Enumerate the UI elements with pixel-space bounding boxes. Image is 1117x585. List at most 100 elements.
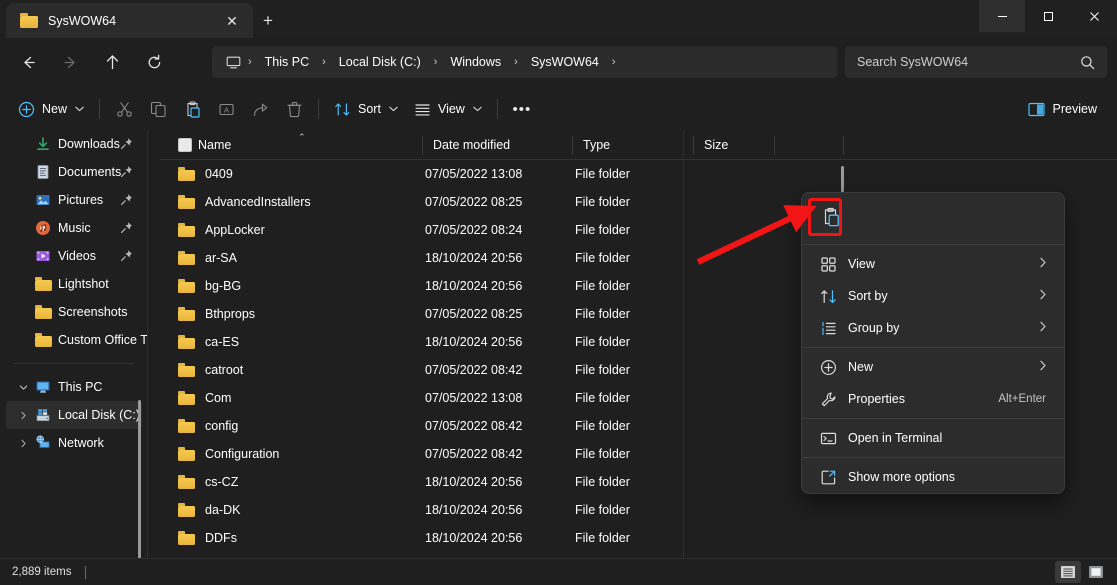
sidebar-item-music[interactable]: Music: [6, 214, 142, 242]
file-name: da-DK: [205, 503, 241, 517]
breadcrumb-this-pc[interactable]: This PC: [255, 51, 319, 73]
large-icons-view-button[interactable]: [1083, 561, 1109, 583]
cut-icon[interactable]: [107, 94, 141, 124]
breadcrumb-local-disk-c[interactable]: Local Disk (C:): [329, 51, 431, 73]
folder-icon: [178, 503, 195, 517]
share-icon[interactable]: [243, 94, 277, 124]
search-box[interactable]: [845, 46, 1107, 78]
file-name: DDFs: [205, 531, 237, 545]
pin-icon[interactable]: [120, 137, 134, 151]
address-bar[interactable]: › This PC › Local Disk (C:) › Windows › …: [212, 46, 837, 78]
chevron-down-icon[interactable]: [16, 383, 30, 392]
column-header-date-modified[interactable]: Date modified: [423, 130, 510, 160]
expand-icon: [818, 467, 838, 487]
group-icon: [818, 318, 838, 338]
sort-button[interactable]: Sort: [326, 94, 406, 124]
folder-icon: [178, 307, 195, 321]
table-row[interactable]: da-DK 18/10/2024 20:56 File folder: [160, 496, 1117, 524]
sidebar-item-custom-office-templates[interactable]: Custom Office T: [6, 326, 148, 354]
chevron-right-icon: [1039, 257, 1047, 271]
delete-icon[interactable]: [277, 94, 311, 124]
context-menu-item-sort-by[interactable]: Sort by: [806, 280, 1060, 312]
context-menu-item-new[interactable]: New: [806, 351, 1060, 383]
pane-splitter[interactable]: [147, 130, 148, 558]
breadcrumb-separator: ›: [514, 56, 518, 68]
sidebar-scrollbar-thumb[interactable]: [138, 400, 141, 558]
wrench-icon: [818, 389, 838, 409]
more-options-button[interactable]: •••: [505, 94, 539, 124]
paste-icon[interactable]: [175, 94, 209, 124]
forward-icon[interactable]: [54, 46, 86, 78]
sidebar-item-lightshot[interactable]: Lightshot: [6, 270, 142, 298]
file-type: File folder: [575, 279, 630, 293]
pin-icon[interactable]: [120, 193, 134, 207]
network-icon: [34, 434, 52, 452]
file-date: 18/10/2024 20:56: [425, 335, 523, 349]
sidebar-item-documents[interactable]: Documents: [6, 158, 142, 186]
sidebar-item-downloads[interactable]: Downloads: [6, 130, 142, 158]
table-row[interactable]: 0409 07/05/2022 13:08 File folder: [160, 160, 1117, 188]
file-type: File folder: [575, 195, 630, 209]
folder-icon: [178, 419, 195, 433]
details-view-button[interactable]: [1055, 561, 1081, 583]
pin-icon[interactable]: [120, 165, 134, 179]
column-header-size[interactable]: Size: [694, 130, 728, 160]
chevron-right-icon[interactable]: [16, 439, 30, 448]
column-header-name[interactable]: Name: [188, 130, 231, 160]
view-button[interactable]: View: [406, 94, 490, 124]
context-menu-item-open-in-terminal[interactable]: Open in Terminal: [806, 422, 1060, 454]
sidebar-item-pictures[interactable]: Pictures: [6, 186, 142, 214]
pin-icon[interactable]: [120, 221, 134, 235]
breadcrumb-syswow64[interactable]: SysWOW64: [521, 51, 609, 73]
video-icon: [34, 247, 52, 265]
breadcrumb-separator: ›: [433, 56, 438, 68]
close-window-button[interactable]: [1071, 0, 1117, 32]
column-resize-handle[interactable]: [774, 136, 775, 155]
folder-icon: [34, 275, 52, 293]
paste-button[interactable]: [812, 198, 850, 236]
sidebar-item-this-pc[interactable]: This PC: [6, 373, 142, 401]
rename-icon[interactable]: A: [209, 94, 243, 124]
refresh-icon[interactable]: [138, 46, 170, 78]
file-date: 18/10/2024 20:56: [425, 279, 523, 293]
back-icon[interactable]: [12, 46, 44, 78]
sidebar-item-network[interactable]: Network: [6, 429, 142, 457]
chevron-right-icon[interactable]: [16, 411, 30, 420]
minimize-button[interactable]: [979, 0, 1025, 32]
pin-icon[interactable]: [120, 249, 134, 263]
file-name: AppLocker: [205, 223, 265, 237]
plus-circle-icon: [818, 357, 838, 377]
sidebar-item-label: Network: [58, 436, 104, 450]
search-input[interactable]: [857, 55, 1080, 69]
copy-icon[interactable]: [141, 94, 175, 124]
item-count-label: 2,889 items: [12, 566, 72, 578]
context-menu-item-properties[interactable]: Properties Alt+Enter: [806, 383, 1060, 415]
new-tab-button[interactable]: +: [254, 6, 282, 34]
file-date: 07/05/2022 08:25: [425, 307, 523, 321]
context-menu-item-show-more-options[interactable]: Show more options: [806, 461, 1060, 493]
file-type: File folder: [575, 531, 630, 545]
new-button[interactable]: New: [10, 94, 92, 124]
sidebar-item-local-disk-c[interactable]: Local Disk (C:): [6, 401, 142, 429]
maximize-button[interactable]: [1025, 0, 1071, 32]
breadcrumb-windows[interactable]: Windows: [440, 51, 511, 73]
file-type: File folder: [575, 307, 630, 321]
sidebar-item-videos[interactable]: Videos: [6, 242, 142, 270]
chevron-right-icon: [1039, 321, 1047, 335]
new-button-label: New: [42, 102, 68, 116]
context-menu-item-view[interactable]: View: [806, 248, 1060, 280]
sidebar-item-screenshots[interactable]: Screenshots: [6, 298, 142, 326]
folder-icon: [178, 195, 195, 209]
column-header-type[interactable]: Type: [573, 130, 610, 160]
context-menu-item-group-by[interactable]: Group by: [806, 312, 1060, 344]
status-bar: 2,889 items: [0, 558, 1117, 585]
preview-button[interactable]: Preview: [1020, 94, 1105, 124]
column-resize-handle[interactable]: [843, 136, 844, 155]
up-icon[interactable]: [96, 46, 128, 78]
close-tab-icon[interactable]: ✕: [219, 8, 245, 34]
explorer-tab[interactable]: SysWOW64 ✕: [6, 3, 253, 38]
breadcrumb-separator: ›: [322, 56, 326, 68]
table-row[interactable]: DDFs 18/10/2024 20:56 File folder: [160, 524, 1117, 552]
file-date: 07/05/2022 08:24: [425, 223, 523, 237]
view-lines-icon: [415, 103, 430, 115]
